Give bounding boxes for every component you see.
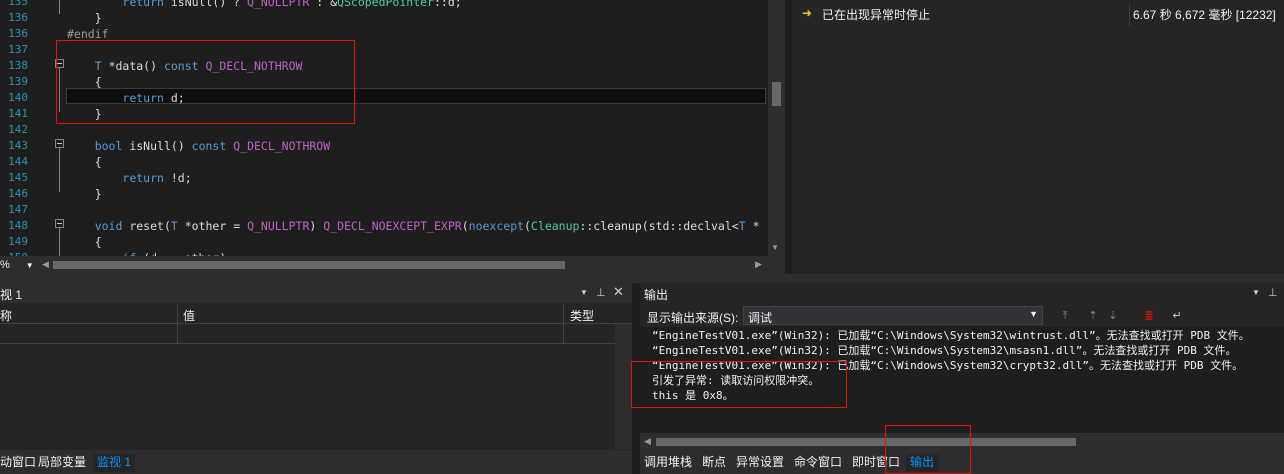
editor-vertical-scrollbar[interactable]: ▼ — [768, 0, 785, 256]
line-number: 135 — [8, 0, 28, 8]
tab-locals[interactable]: 局部变量 — [38, 454, 86, 472]
watch-tab-strip: 动窗口 局部变量 监视 1 — [0, 450, 632, 474]
line-number: 136 — [8, 27, 28, 40]
code-line: bool isNull() const Q_DECL_NOTHROW — [94, 139, 331, 153]
output-line: “EngineTestV01.exe”(Win32): 已加载“C:\Windo… — [652, 344, 1237, 357]
tab-breakpoints[interactable]: 断点 — [702, 454, 726, 472]
tab-autos[interactable]: 动窗口 — [0, 454, 36, 472]
value-column-header[interactable]: 值 — [183, 307, 195, 324]
line-number: 137 — [8, 43, 28, 56]
scroll-right-icon[interactable]: ▶ — [755, 259, 762, 270]
code-line: { — [67, 235, 102, 249]
panel-splitter[interactable] — [0, 274, 1284, 283]
type-column-header[interactable]: 类型 — [570, 307, 594, 324]
event-row[interactable]: ➜ 已在出现异常时停止 6.67 秒 6,672 毫秒 [12232] — [792, 4, 1284, 26]
name-column-header[interactable]: 称 — [0, 307, 12, 324]
output-toolbar: 显示输出来源(S): 调试 ▼ ⤒ ⇡ ⇣ ≣ ↵ — [640, 305, 1284, 327]
code-line: { — [67, 155, 102, 169]
next-message-icon[interactable]: ⇣ — [1106, 309, 1120, 323]
line-number: 140 — [8, 91, 28, 104]
code-line: return isNull() ? Q_NULLPTR : &QScopedPo… — [122, 0, 462, 9]
word-wrap-icon[interactable]: ↵ — [1170, 309, 1184, 323]
output-titlebar: 输出 ▼ ⊥ — [640, 283, 1284, 303]
goto-source-icon[interactable]: ⤒ — [1058, 309, 1072, 323]
line-number: 138 — [8, 59, 28, 72]
output-title: 输出 — [644, 288, 669, 302]
line-number: 144 — [8, 155, 28, 168]
diagnostic-events-panel: ➜ 已在出现异常时停止 6.67 秒 6,672 毫秒 [12232] — [792, 0, 1284, 274]
tab-command-window[interactable]: 命令窗口 — [794, 454, 842, 472]
line-number: 143 — [8, 139, 28, 152]
watch-empty-row[interactable] — [0, 325, 632, 344]
output-line: “EngineTestV01.exe”(Win32): 已加载“C:\Windo… — [652, 329, 1250, 342]
scroll-down-icon[interactable]: ▼ — [771, 243, 779, 252]
highlight-box — [631, 361, 847, 408]
line-number: 141 — [8, 107, 28, 120]
watch-title: 视 1 — [0, 288, 23, 302]
pin-icon[interactable]: ⊥ — [1268, 286, 1278, 299]
output-text-area[interactable]: “EngineTestV01.exe”(Win32): 已加载“C:\Windo… — [631, 327, 1284, 433]
collapse-icon[interactable] — [55, 219, 64, 228]
clear-all-icon[interactable]: ≣ — [1142, 309, 1156, 323]
scrollbar-thumb[interactable] — [772, 82, 781, 106]
watch-vertical-scrollbar[interactable] — [615, 324, 632, 449]
line-number: 149 — [8, 235, 28, 248]
code-line: } — [67, 187, 102, 201]
zoom-level[interactable]: % ▼ — [0, 258, 38, 272]
scrollbar-thumb[interactable] — [53, 261, 565, 269]
highlight-box — [56, 40, 355, 124]
code-line: } — [67, 11, 102, 25]
tab-call-stack[interactable]: 调用堆栈 — [644, 454, 692, 472]
code-line: return !d; — [122, 171, 192, 185]
fold-guide — [59, 148, 60, 192]
close-icon[interactable]: ✕ — [613, 284, 624, 300]
line-number: 139 — [8, 75, 28, 88]
line-number: 147 — [8, 203, 28, 216]
dropdown-icon[interactable]: ▼ — [1252, 288, 1260, 297]
output-source-select[interactable]: 调试 ▼ — [743, 306, 1043, 325]
line-number: 136 — [8, 11, 28, 24]
tab-watch-1[interactable]: 监视 1 — [93, 454, 136, 472]
watch-column-header: 称 值 类型 — [0, 304, 632, 324]
tab-exception-settings[interactable]: 异常设置 — [736, 454, 784, 472]
output-source-label: 显示输出来源(S): — [647, 311, 739, 325]
break-arrow-icon: ➜ — [802, 6, 813, 20]
line-number-gutter: 135 136 136 137 138 139 140 141 142 143 … — [0, 0, 32, 264]
line-number: 145 — [8, 171, 28, 184]
scroll-left-icon[interactable]: ◀ — [644, 436, 651, 447]
scroll-left-icon[interactable]: ◀ — [42, 259, 49, 270]
collapse-icon[interactable] — [55, 139, 64, 148]
watch-panel: 视 1 ▼ ⊥ ✕ 称 值 类型 动窗口 局部变量 监视 1 — [0, 283, 632, 474]
scrollbar-thumb[interactable] — [656, 438, 1076, 446]
code-editor[interactable]: 135 136 136 137 138 139 140 141 142 143 … — [0, 0, 785, 274]
editor-horizontal-scrollbar[interactable]: % ▼ ◀ ▶ — [0, 256, 785, 274]
fold-guide — [59, 228, 60, 256]
pin-icon[interactable]: ⊥ — [596, 286, 606, 299]
dropdown-icon[interactable]: ▼ — [580, 288, 588, 297]
previous-message-icon[interactable]: ⇡ — [1086, 309, 1100, 323]
output-panel: 输出 ▼ ⊥ 显示输出来源(S): 调试 ▼ ⤒ ⇡ ⇣ ≣ ↵ “Engine… — [631, 283, 1284, 474]
chevron-down-icon[interactable]: ▼ — [26, 261, 34, 270]
code-line: void reset(T *other = Q_NULLPTR) Q_DECL_… — [94, 219, 760, 233]
watch-titlebar: 视 1 ▼ ⊥ ✕ — [0, 283, 632, 303]
line-number: 148 — [8, 219, 28, 232]
fold-guide — [59, 0, 60, 14]
event-name: 已在出现异常时停止 — [822, 8, 931, 22]
line-number: 146 — [8, 187, 28, 200]
column-separator — [1129, 4, 1130, 26]
output-source-value: 调试 — [748, 311, 773, 325]
highlight-box — [885, 425, 971, 474]
chevron-down-icon: ▼ — [1029, 309, 1038, 319]
line-number: 142 — [8, 123, 28, 136]
event-time: 6.67 秒 6,672 毫秒 [12232] — [1133, 8, 1276, 22]
